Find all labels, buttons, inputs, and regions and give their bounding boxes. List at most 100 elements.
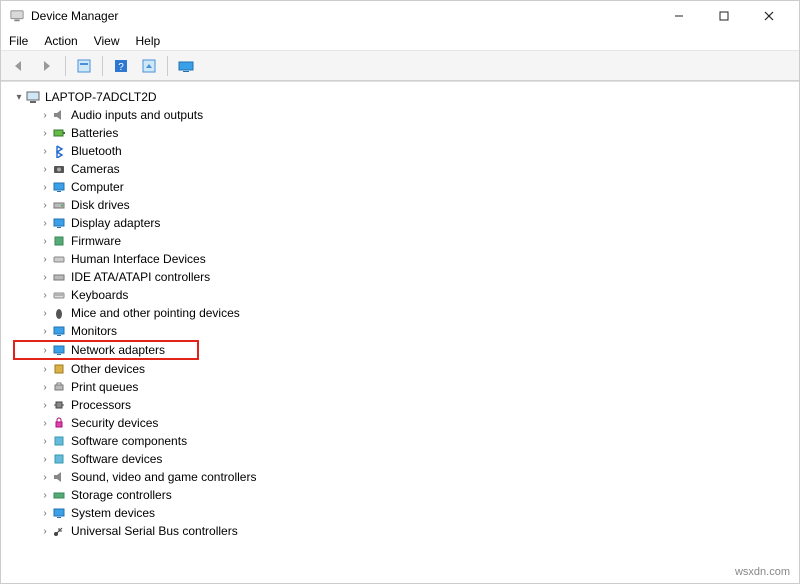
device-icon xyxy=(51,143,67,159)
caret-right-icon[interactable]: › xyxy=(39,436,51,447)
back-button[interactable] xyxy=(7,54,31,78)
caret-right-icon[interactable]: › xyxy=(39,526,51,537)
minimize-button[interactable] xyxy=(656,2,701,30)
category-label: Display adapters xyxy=(71,216,160,230)
properties-button[interactable] xyxy=(72,54,96,78)
category-node[interactable]: › Display adapters xyxy=(13,214,797,232)
caret-right-icon[interactable]: › xyxy=(39,236,51,247)
caret-right-icon[interactable]: › xyxy=(39,472,51,483)
caret-right-icon[interactable]: › xyxy=(39,128,51,139)
category-label: Security devices xyxy=(71,416,158,430)
forward-button[interactable] xyxy=(35,54,59,78)
caret-right-icon[interactable]: › xyxy=(39,345,51,356)
category-node[interactable]: ›Storage controllers xyxy=(13,486,797,504)
caret-right-icon[interactable]: › xyxy=(39,382,51,393)
caret-down-icon[interactable]: ▾ xyxy=(13,92,25,103)
category-label: Disk drives xyxy=(71,198,130,212)
category-node[interactable]: › Monitors xyxy=(13,322,797,340)
category-label: Cameras xyxy=(71,162,120,176)
device-icon xyxy=(51,487,67,503)
caret-right-icon[interactable]: › xyxy=(39,110,51,121)
category-label: Monitors xyxy=(71,324,117,338)
caret-right-icon[interactable]: › xyxy=(39,146,51,157)
category-node[interactable]: ›Network adapters xyxy=(13,340,199,360)
category-node[interactable]: ›Mice and other pointing devices xyxy=(13,304,797,322)
scan-button[interactable] xyxy=(137,54,161,78)
category-label: Batteries xyxy=(71,126,118,140)
device-icon xyxy=(51,505,67,521)
category-label: IDE ATA/ATAPI controllers xyxy=(71,270,210,284)
caret-right-icon[interactable]: › xyxy=(39,326,51,337)
category-node[interactable]: › System devices xyxy=(13,504,797,522)
category-node[interactable]: ›Sound, video and game controllers xyxy=(13,468,797,486)
category-node[interactable]: › Security devices xyxy=(13,414,797,432)
caret-right-icon[interactable]: › xyxy=(39,454,51,465)
category-node[interactable]: › IDE ATA/ATAPI controllers xyxy=(13,268,797,286)
category-node[interactable]: › Cameras xyxy=(13,160,797,178)
device-manager-window: Device Manager File Action View Help ? ▾… xyxy=(0,0,800,584)
category-node[interactable]: ›Print queues xyxy=(13,378,797,396)
caret-right-icon[interactable]: › xyxy=(39,364,51,375)
device-icon xyxy=(51,269,67,285)
caret-right-icon[interactable]: › xyxy=(39,508,51,519)
category-node[interactable]: › Human Interface Devices xyxy=(13,250,797,268)
root-label: LAPTOP-7ADCLT2D xyxy=(45,90,157,104)
device-icon xyxy=(51,125,67,141)
caret-right-icon[interactable]: › xyxy=(39,182,51,193)
device-icon xyxy=(51,397,67,413)
caret-right-icon[interactable]: › xyxy=(39,272,51,283)
caret-right-icon[interactable]: › xyxy=(39,418,51,429)
caret-right-icon[interactable]: › xyxy=(39,254,51,265)
root-node[interactable]: ▾ LAPTOP-7ADCLT2D xyxy=(13,88,797,106)
menu-view[interactable]: View xyxy=(94,34,120,48)
category-label: Other devices xyxy=(71,362,145,376)
device-icon xyxy=(51,233,67,249)
close-button[interactable] xyxy=(746,2,791,30)
computer-icon xyxy=(25,89,41,105)
device-tree[interactable]: ▾ LAPTOP-7ADCLT2D › Audio inputs and outp… xyxy=(1,81,799,583)
device-icon xyxy=(51,179,67,195)
category-node[interactable]: › Computer xyxy=(13,178,797,196)
menu-action[interactable]: Action xyxy=(44,34,77,48)
category-node[interactable]: › Bluetooth xyxy=(13,142,797,160)
caret-right-icon[interactable]: › xyxy=(39,218,51,229)
category-label: Human Interface Devices xyxy=(71,252,206,266)
category-node[interactable]: › Audio inputs and outputs xyxy=(13,106,797,124)
show-hidden-button[interactable] xyxy=(174,54,198,78)
category-label: Keyboards xyxy=(71,288,128,302)
device-icon xyxy=(51,215,67,231)
category-node[interactable]: › Disk drives xyxy=(13,196,797,214)
category-label: Bluetooth xyxy=(71,144,122,158)
device-icon xyxy=(51,433,67,449)
category-node[interactable]: › Batteries xyxy=(13,124,797,142)
caret-right-icon[interactable]: › xyxy=(39,400,51,411)
category-label: System devices xyxy=(71,506,155,520)
category-label: Processors xyxy=(71,398,131,412)
category-node[interactable]: › Other devices xyxy=(13,360,797,378)
maximize-button[interactable] xyxy=(701,2,746,30)
category-node[interactable]: ›Software components xyxy=(13,432,797,450)
caret-right-icon[interactable]: › xyxy=(39,490,51,501)
toolbar: ? xyxy=(1,51,799,81)
category-node[interactable]: › Keyboards xyxy=(13,286,797,304)
category-node[interactable]: ›Software devices xyxy=(13,450,797,468)
menu-file[interactable]: File xyxy=(9,34,28,48)
caret-right-icon[interactable]: › xyxy=(39,164,51,175)
watermark: wsxdn.com xyxy=(735,566,790,578)
caret-right-icon[interactable]: › xyxy=(39,200,51,211)
category-label: Computer xyxy=(71,180,124,194)
device-icon xyxy=(51,107,67,123)
category-node[interactable]: ›Firmware xyxy=(13,232,797,250)
help-button[interactable]: ? xyxy=(109,54,133,78)
category-label: Universal Serial Bus controllers xyxy=(71,524,238,538)
device-icon xyxy=(51,287,67,303)
device-icon xyxy=(51,251,67,267)
category-node[interactable]: › Processors xyxy=(13,396,797,414)
device-icon xyxy=(51,451,67,467)
device-icon xyxy=(51,161,67,177)
caret-right-icon[interactable]: › xyxy=(39,290,51,301)
category-node[interactable]: › Universal Serial Bus controllers xyxy=(13,522,797,540)
menu-help[interactable]: Help xyxy=(136,34,161,48)
caret-right-icon[interactable]: › xyxy=(39,308,51,319)
category-label: Audio inputs and outputs xyxy=(71,108,203,122)
